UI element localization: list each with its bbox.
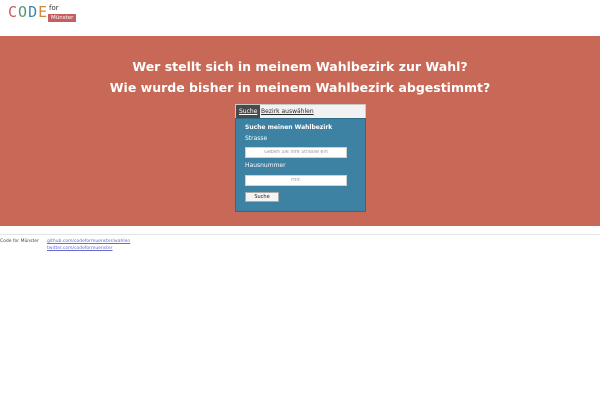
- house-number-input[interactable]: [245, 175, 347, 186]
- tab-search[interactable]: Suche: [236, 105, 261, 119]
- logo-wordmark: CODE: [8, 3, 49, 21]
- street-input[interactable]: [245, 147, 347, 158]
- district-search-widget: Suche Bezirk auswählen Suche meinen Wahl…: [235, 104, 366, 212]
- hero-title-results: Wie wurde bisher in meinem Wahlbezirk ab…: [109, 80, 491, 95]
- widget-tabs: Suche Bezirk auswählen: [235, 104, 366, 119]
- logo-city-badge: Münster: [48, 14, 77, 22]
- footer-divider: [0, 234, 600, 235]
- code-for-muenster-logo[interactable]: CODE for Münster: [8, 3, 77, 22]
- search-panel: Suche meinen Wahlbezirk Strasse Hausnumm…: [235, 118, 366, 212]
- footer-org-name: Code for Münster: [0, 239, 39, 244]
- site-header: CODE for Münster: [0, 0, 600, 36]
- hero-title-candidates: Wer stellt sich in meinem Wahlbezirk zur…: [132, 59, 468, 74]
- twitter-link[interactable]: twitter.com/codeformuenster: [47, 246, 113, 252]
- tab-select-district[interactable]: Bezirk auswählen: [258, 105, 317, 119]
- panel-title: Suche meinen Wahlbezirk: [245, 124, 333, 131]
- logo-for-text: for: [49, 4, 59, 12]
- hero-section: Wer stellt sich in meinem Wahlbezirk zur…: [0, 36, 600, 226]
- github-link[interactable]: github.com/codeformuenster/wahlen: [47, 239, 130, 245]
- house-number-label: Hausnummer: [245, 162, 286, 169]
- street-label: Strasse: [245, 135, 268, 142]
- search-button[interactable]: Suche: [245, 192, 279, 202]
